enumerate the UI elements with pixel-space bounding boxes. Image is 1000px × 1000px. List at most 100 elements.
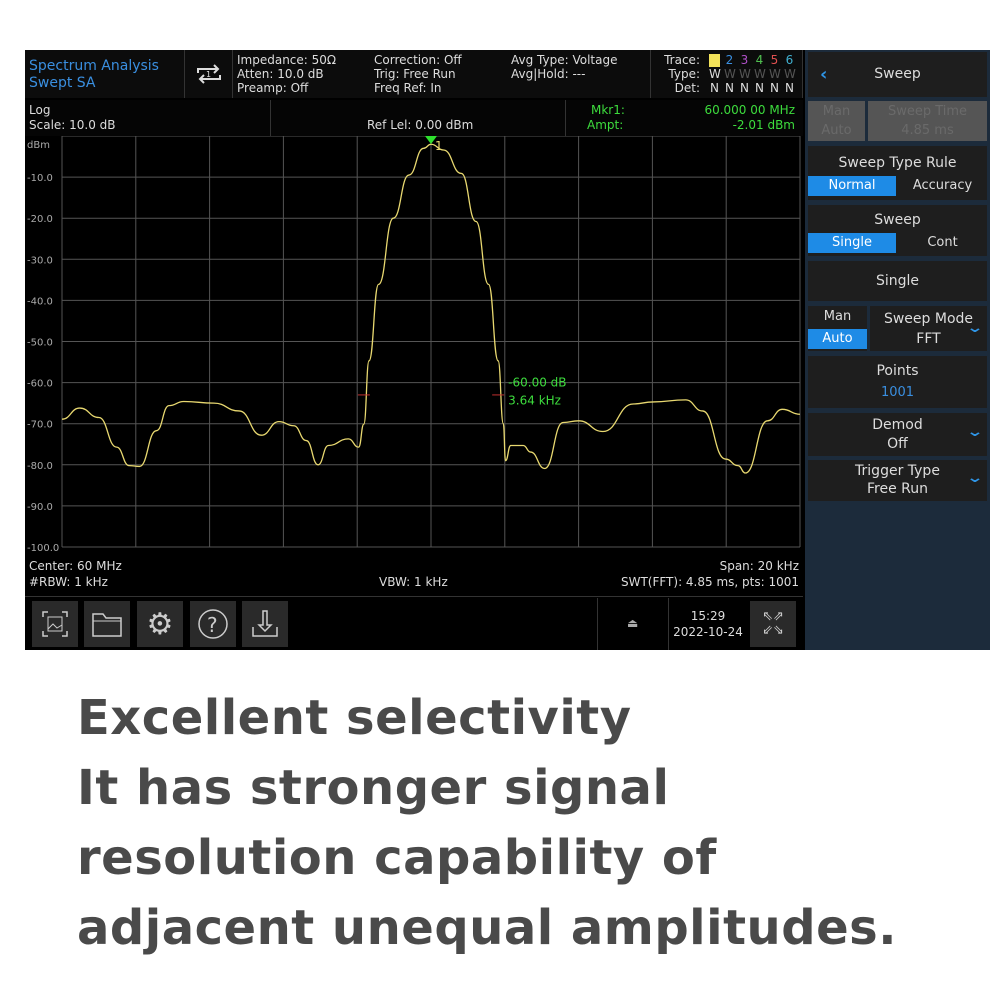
chevron-down-icon: ⌄ [966,320,984,336]
single-option[interactable]: Single [808,233,896,253]
trace-type[interactable]: W [769,68,781,81]
freq-ref: Freq Ref: In [374,81,442,95]
trace-label: Trace: [664,53,700,67]
points-value: 1001 [880,385,915,400]
clock-date: 2022-10-24 [673,625,743,639]
trace-det[interactable]: N [784,82,795,95]
man-option[interactable]: Man [808,309,867,324]
cont-option[interactable]: Cont [898,233,987,253]
download-icon [252,610,278,637]
trace-det[interactable]: N [769,82,780,95]
sweep-mode-man-auto: Man Auto [808,306,867,351]
y-tick-label: -80.0 [27,461,53,472]
mode-name: Spectrum Analysis [29,58,159,74]
trace-type[interactable]: W [784,68,796,81]
help-button[interactable]: ? [190,601,236,647]
sweep-time-man-auto: Man Auto [808,101,865,141]
demod-dropdown[interactable]: Demod Off ⌄ [808,413,987,456]
y-tick-label: -50.0 [27,338,53,349]
sweep-label: Sweep [874,212,921,228]
menu-header: ‹ Sweep [808,52,987,97]
y-tick-label: -20.0 [27,214,53,225]
y-tick-label: -90.0 [27,502,53,513]
mode-sub: Swept SA [29,75,96,91]
trace-type[interactable]: W [754,68,766,81]
y-tick-label: -70.0 [27,420,53,431]
settings-button[interactable]: ⚙ [137,601,183,647]
y-unit: dBm [27,140,50,151]
trace-type[interactable]: W [739,68,751,81]
accuracy-option[interactable]: Accuracy [898,176,987,196]
atten: Atten: 10.0 dB [237,67,324,81]
chevron-down-icon: ⌄ [966,424,984,440]
marker-amplitude: -2.01 dBm [732,118,795,132]
save-button[interactable] [242,601,288,647]
scale: Scale: 10.0 dB [29,118,116,132]
trace-5[interactable]: 5 [769,54,780,67]
trace-info[interactable]: Trace: Type: Det: 1WN2WN3WN4WN5WN6WN [651,50,803,98]
settings-info: Impedance: 50Ω Atten: 10.0 dB Preamp: Of… [233,50,651,98]
marker-1-label: 1 [435,139,443,153]
subheader: Log Scale: 10.0 dB Ref Lel: 0.00 dBm Mkr… [25,100,803,136]
trig: Trig: Free Run [374,67,456,81]
trace-1[interactable]: 1 [709,54,720,67]
marker-frequency: 60.000 00 MHz [704,103,795,117]
trace-det[interactable]: N [739,82,750,95]
sweep-type-rule-label: Sweep Type Rule [838,155,957,171]
sweep-repeat-button[interactable]: 1 [185,50,233,98]
repeat-icon: 1 [196,64,221,84]
trace-6[interactable]: 6 [784,54,795,67]
sweep-type-rule: Sweep Type Rule Normal Accuracy [808,146,987,200]
auto-option[interactable]: Auto [808,329,867,349]
y-tick-label: -30.0 [27,255,53,266]
correction: Correction: Off [374,53,462,67]
svg-text:?: ? [207,613,218,637]
caption-line: Excellent selectivity [77,690,632,746]
marker-label: Mkr1: [591,103,625,117]
screenshot-icon [42,611,68,637]
ref-level[interactable]: Ref Lel: 0.00 dBm [367,119,473,132]
y-tick-label: -100.0 [27,543,59,554]
ampt-label: Ampt: [587,118,624,132]
center-freq[interactable]: Center: 60 MHz [29,560,122,573]
svg-text:1: 1 [206,70,211,79]
back-icon[interactable]: ‹ [820,52,827,97]
sweep-time-button: Sweep Time 4.85 ms [868,101,987,141]
fullscreen-button[interactable]: ⇖⇗ ⇙⇘ [750,601,796,647]
single-sweep-button[interactable]: Single [808,261,987,301]
trigger-type-dropdown[interactable]: Trigger Type Free Run ⌄ [808,460,987,501]
spectrum-plot[interactable]: dBm -10.0 -20.0 -30.0 -40.0 -50.0 -60.0 -70.0 -8… [25,136,803,558]
bandwidth-value-label: 3.64 kHz [508,394,561,408]
impedance: Impedance: 50Ω [237,53,337,67]
trace-det[interactable]: N [754,82,765,95]
file-button[interactable] [84,601,130,647]
scale-type: Log [29,103,51,117]
y-tick-label: -40.0 [27,296,53,307]
trace-det[interactable]: N [724,82,735,95]
mode-cell[interactable]: Spectrum Analysis Swept SA [25,50,185,98]
folder-icon [92,613,122,637]
span[interactable]: Span: 20 kHz [720,560,799,573]
clock-time: 15:29 [690,609,726,623]
normal-option[interactable]: Normal [808,176,896,196]
trace-4[interactable]: 4 [754,54,765,67]
y-tick-label: -60.0 [27,379,53,390]
trace-3[interactable]: 3 [739,54,750,67]
chevron-down-icon: ⌄ [966,470,984,486]
vbw[interactable]: VBW: 1 kHz [379,576,448,589]
trace-2[interactable]: 2 [724,54,735,67]
expand-icon: ⇖⇗ ⇙⇘ [762,609,784,638]
caption-line: It has stronger signal [77,760,670,816]
points-button[interactable]: Points 1001 [808,356,987,408]
trace-det[interactable]: N [709,82,720,95]
gear-icon: ⚙ [146,606,174,642]
trace-type[interactable]: W [724,68,736,81]
usb-icon: ⏏ [627,616,639,630]
sweep-time-info[interactable]: SWT(FFT): 4.85 ms, pts: 1001 [621,576,799,589]
sweep-mode-dropdown[interactable]: Sweep Mode FFT ⌄ [870,306,987,351]
trace-type[interactable]: W [709,68,721,81]
preamp: Preamp: Off [237,81,309,95]
rbw[interactable]: #RBW: 1 kHz [29,576,108,589]
screenshot-button[interactable] [32,601,78,647]
menu-title: Sweep [874,66,921,82]
